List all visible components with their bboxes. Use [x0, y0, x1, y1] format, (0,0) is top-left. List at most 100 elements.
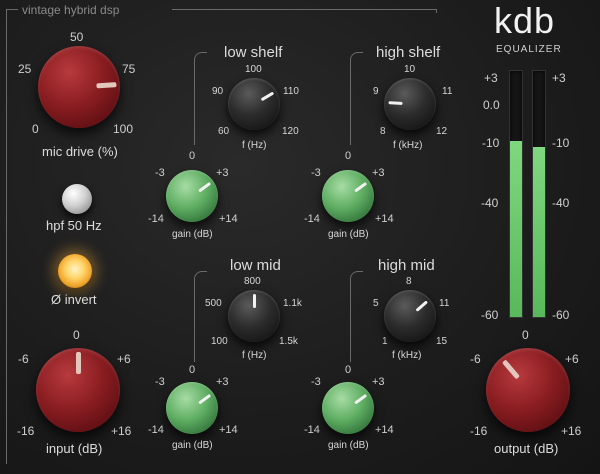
output-tick-plus16: +16: [561, 424, 582, 438]
low-mid-gain-indicator: [197, 393, 211, 405]
high-mid-freq-tick-11: 11: [439, 298, 450, 309]
low-shelf-gain-tick-plus3: +3: [216, 167, 229, 179]
mic-drive-knob-indicator: [95, 82, 117, 89]
mic-drive-tick-0: 0: [32, 122, 39, 136]
high-mid-freq-indicator: [415, 300, 428, 312]
low-mid-gain-knob[interactable]: [166, 382, 218, 434]
high-shelf-freq-tick-9: 9: [373, 86, 379, 97]
low-mid-freq-tick-800: 800: [244, 276, 261, 287]
low-mid-freq-tick-1.5k: 1.5k: [279, 336, 298, 347]
top-frame-line-left: [6, 9, 18, 10]
output-tick-minus6: -6: [470, 352, 481, 366]
mic-drive-tick-25: 25: [18, 62, 32, 76]
phase-invert-label: Ø invert: [51, 292, 97, 307]
output-tick-0: 0: [522, 328, 529, 342]
high-mid-freq-knob[interactable]: [384, 290, 436, 342]
low-shelf-gain-tick-minus14: -14: [148, 213, 164, 225]
output-knob-indicator: [501, 359, 520, 380]
low-shelf-title: low shelf: [224, 44, 283, 61]
low-mid-bracket: [194, 271, 207, 362]
top-frame-corner: [436, 9, 437, 13]
low-mid-gain-tick-plus14: +14: [219, 424, 238, 436]
meter-right: [532, 70, 546, 318]
low-mid-gain-label: gain (dB): [172, 440, 213, 451]
meter-left-tick-minus40: -40: [481, 196, 499, 210]
high-shelf-freq-knob[interactable]: [384, 78, 436, 130]
high-shelf-gain-knob[interactable]: [322, 170, 374, 222]
high-mid-freq-tick-1: 1: [382, 336, 388, 347]
low-mid-gain-tick-minus14: -14: [148, 424, 164, 436]
high-mid-gain-tick-minus14: -14: [304, 424, 320, 436]
low-mid-freq-label: f (Hz): [242, 350, 267, 361]
brand-product: EQUALIZER: [496, 44, 562, 55]
high-mid-gain-tick-0: 0: [345, 364, 352, 376]
high-mid-gain-indicator: [353, 393, 367, 405]
high-mid-freq-tick-8: 8: [406, 276, 412, 287]
meter-right-tick-minus60: -60: [552, 308, 570, 322]
high-mid-gain-tick-plus14: +14: [375, 424, 394, 436]
low-shelf-gain-tick-minus3: -3: [155, 167, 165, 179]
low-mid-gain-tick-plus3: +3: [216, 376, 229, 388]
high-mid-freq-label: f (kHz): [392, 350, 422, 361]
low-shelf-freq-tick-120: 120: [282, 126, 299, 137]
low-mid-freq-knob[interactable]: [228, 290, 280, 342]
high-shelf-bracket: [350, 52, 363, 145]
high-mid-gain-knob[interactable]: [322, 382, 374, 434]
low-mid-freq-tick-1.1k: 1.1k: [283, 298, 302, 309]
high-mid-gain-label: gain (dB): [328, 440, 369, 451]
low-shelf-freq-tick-100: 100: [245, 64, 262, 75]
mic-drive-tick-50: 50: [70, 30, 84, 44]
mic-drive-tick-75: 75: [122, 62, 136, 76]
output-tick-minus16: -16: [470, 424, 488, 438]
high-shelf-gain-indicator: [353, 181, 367, 193]
meter-right-tick-minus40: -40: [552, 196, 570, 210]
mic-drive-tick-100: 100: [113, 122, 134, 136]
meter-right-tick-minus10: -10: [552, 136, 570, 150]
meter-right-fill: [533, 146, 545, 317]
high-mid-gain-tick-minus3: -3: [311, 376, 321, 388]
low-mid-freq-tick-500: 500: [205, 298, 222, 309]
high-shelf-gain-tick-minus3: -3: [311, 167, 321, 179]
input-knob[interactable]: [36, 348, 120, 432]
output-tick-plus6: +6: [565, 352, 579, 366]
low-mid-title: low mid: [230, 257, 281, 274]
high-shelf-gain-label: gain (dB): [328, 229, 369, 240]
meter-left-fill: [510, 140, 522, 317]
input-tick-0: 0: [73, 328, 80, 342]
high-mid-bracket: [350, 271, 363, 362]
input-label: input (dB): [46, 441, 103, 456]
low-shelf-freq-indicator: [260, 91, 274, 102]
meter-left-tick-minus10: -10: [482, 136, 500, 150]
tagline: vintage hybrid dsp: [22, 3, 120, 17]
low-shelf-gain-indicator: [197, 181, 211, 193]
mic-drive-label: mic drive (%): [42, 144, 118, 159]
left-frame-line: [6, 9, 7, 464]
phase-invert-led[interactable]: [58, 254, 92, 288]
low-shelf-bracket: [194, 52, 207, 145]
low-shelf-freq-tick-110: 110: [283, 86, 299, 97]
hpf-button[interactable]: [62, 184, 92, 214]
low-shelf-gain-tick-plus14: +14: [219, 213, 238, 225]
top-frame-line-right: [172, 9, 436, 10]
meter-left-tick-plus3: +3: [484, 71, 498, 85]
equalizer-panel: vintage hybrid dsp kdb EQUALIZER 50 25 7…: [0, 0, 600, 474]
high-mid-gain-tick-plus3: +3: [372, 376, 385, 388]
low-shelf-freq-tick-90: 90: [212, 86, 224, 97]
output-knob[interactable]: [486, 348, 570, 432]
mic-drive-knob[interactable]: [38, 46, 120, 128]
high-shelf-freq-label: f (kHz): [393, 140, 423, 151]
high-shelf-freq-tick-8: 8: [380, 126, 386, 137]
low-shelf-freq-knob[interactable]: [228, 78, 280, 130]
high-shelf-freq-tick-12: 12: [436, 126, 448, 137]
low-mid-gain-tick-0: 0: [189, 364, 196, 376]
low-shelf-gain-knob[interactable]: [166, 170, 218, 222]
low-shelf-gain-tick-0: 0: [189, 150, 196, 162]
high-shelf-gain-tick-0: 0: [345, 150, 352, 162]
high-shelf-freq-tick-10: 10: [404, 64, 416, 75]
high-shelf-title: high shelf: [376, 44, 441, 61]
high-shelf-gain-tick-plus3: +3: [372, 167, 385, 179]
input-tick-plus16: +16: [111, 424, 132, 438]
low-shelf-freq-label: f (Hz): [242, 140, 267, 151]
low-mid-freq-indicator: [252, 294, 256, 308]
high-mid-freq-tick-15: 15: [436, 336, 448, 347]
